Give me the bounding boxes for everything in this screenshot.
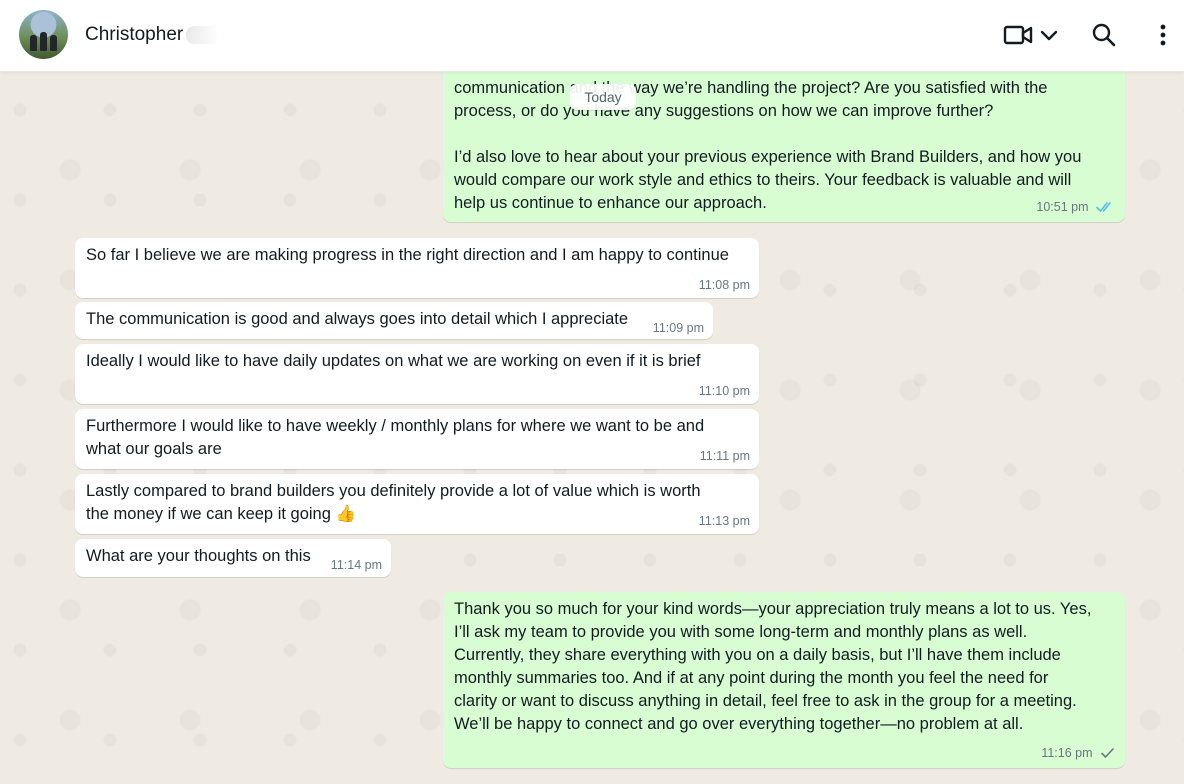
message-incoming[interactable]: What are your thoughts on this 11:14 pm	[75, 539, 391, 577]
chevron-down-icon[interactable]	[1038, 20, 1060, 50]
video-camera-icon[interactable]	[1002, 20, 1034, 50]
message-text: What are your thoughts on this	[86, 547, 311, 565]
message-text: The communication is good and always goe…	[86, 310, 629, 328]
message-time: 11:11 pm	[699, 449, 750, 463]
message-incoming[interactable]: So far I believe we are making progress …	[75, 238, 759, 298]
message-time: 11:08 pm	[698, 278, 750, 292]
message-incoming[interactable]: Ideally I would like to have daily updat…	[75, 344, 759, 404]
avatar[interactable]	[19, 10, 68, 59]
double-check-read-icon	[1096, 201, 1116, 216]
redacted-name-blur	[186, 26, 220, 44]
search-icon[interactable]	[1089, 20, 1119, 50]
vertical-dots-icon[interactable]	[1148, 20, 1178, 50]
message-text: communication and the way we’re handling…	[454, 79, 1082, 212]
message-outgoing[interactable]: Thank you so much for your kind words—yo…	[443, 592, 1125, 768]
message-meta: 10:51 pm	[1036, 200, 1116, 216]
message-text: Lastly compared to brand builders you de…	[86, 482, 701, 523]
message-outgoing[interactable]: communication and the way we’re handling…	[443, 58, 1125, 222]
message-incoming[interactable]: The communication is good and always goe…	[75, 302, 713, 339]
message-text: Furthermore I would like to have weekly …	[86, 417, 705, 458]
chat-header: Christopher	[0, 0, 1184, 72]
message-text: So far I believe we are making progress …	[86, 246, 729, 264]
message-time: 11:13 pm	[698, 514, 750, 528]
date-separator: Today	[570, 84, 636, 110]
message-time: 11:14 pm	[330, 558, 382, 572]
contact-name[interactable]: Christopher	[85, 24, 183, 46]
message-time: 11:09 pm	[652, 321, 704, 335]
single-check-sent-icon	[1100, 747, 1116, 762]
message-meta: 11:16 pm	[1041, 746, 1116, 762]
message-text: Thank you so much for your kind words—yo…	[454, 600, 1092, 733]
message-time: 11:10 pm	[698, 384, 750, 398]
message-time: 10:51 pm	[1036, 200, 1089, 214]
message-incoming[interactable]: Furthermore I would like to have weekly …	[75, 409, 759, 469]
message-text: Ideally I would like to have daily updat…	[86, 352, 701, 370]
message-time: 11:16 pm	[1041, 746, 1093, 760]
message-incoming[interactable]: Lastly compared to brand builders you de…	[75, 474, 759, 534]
